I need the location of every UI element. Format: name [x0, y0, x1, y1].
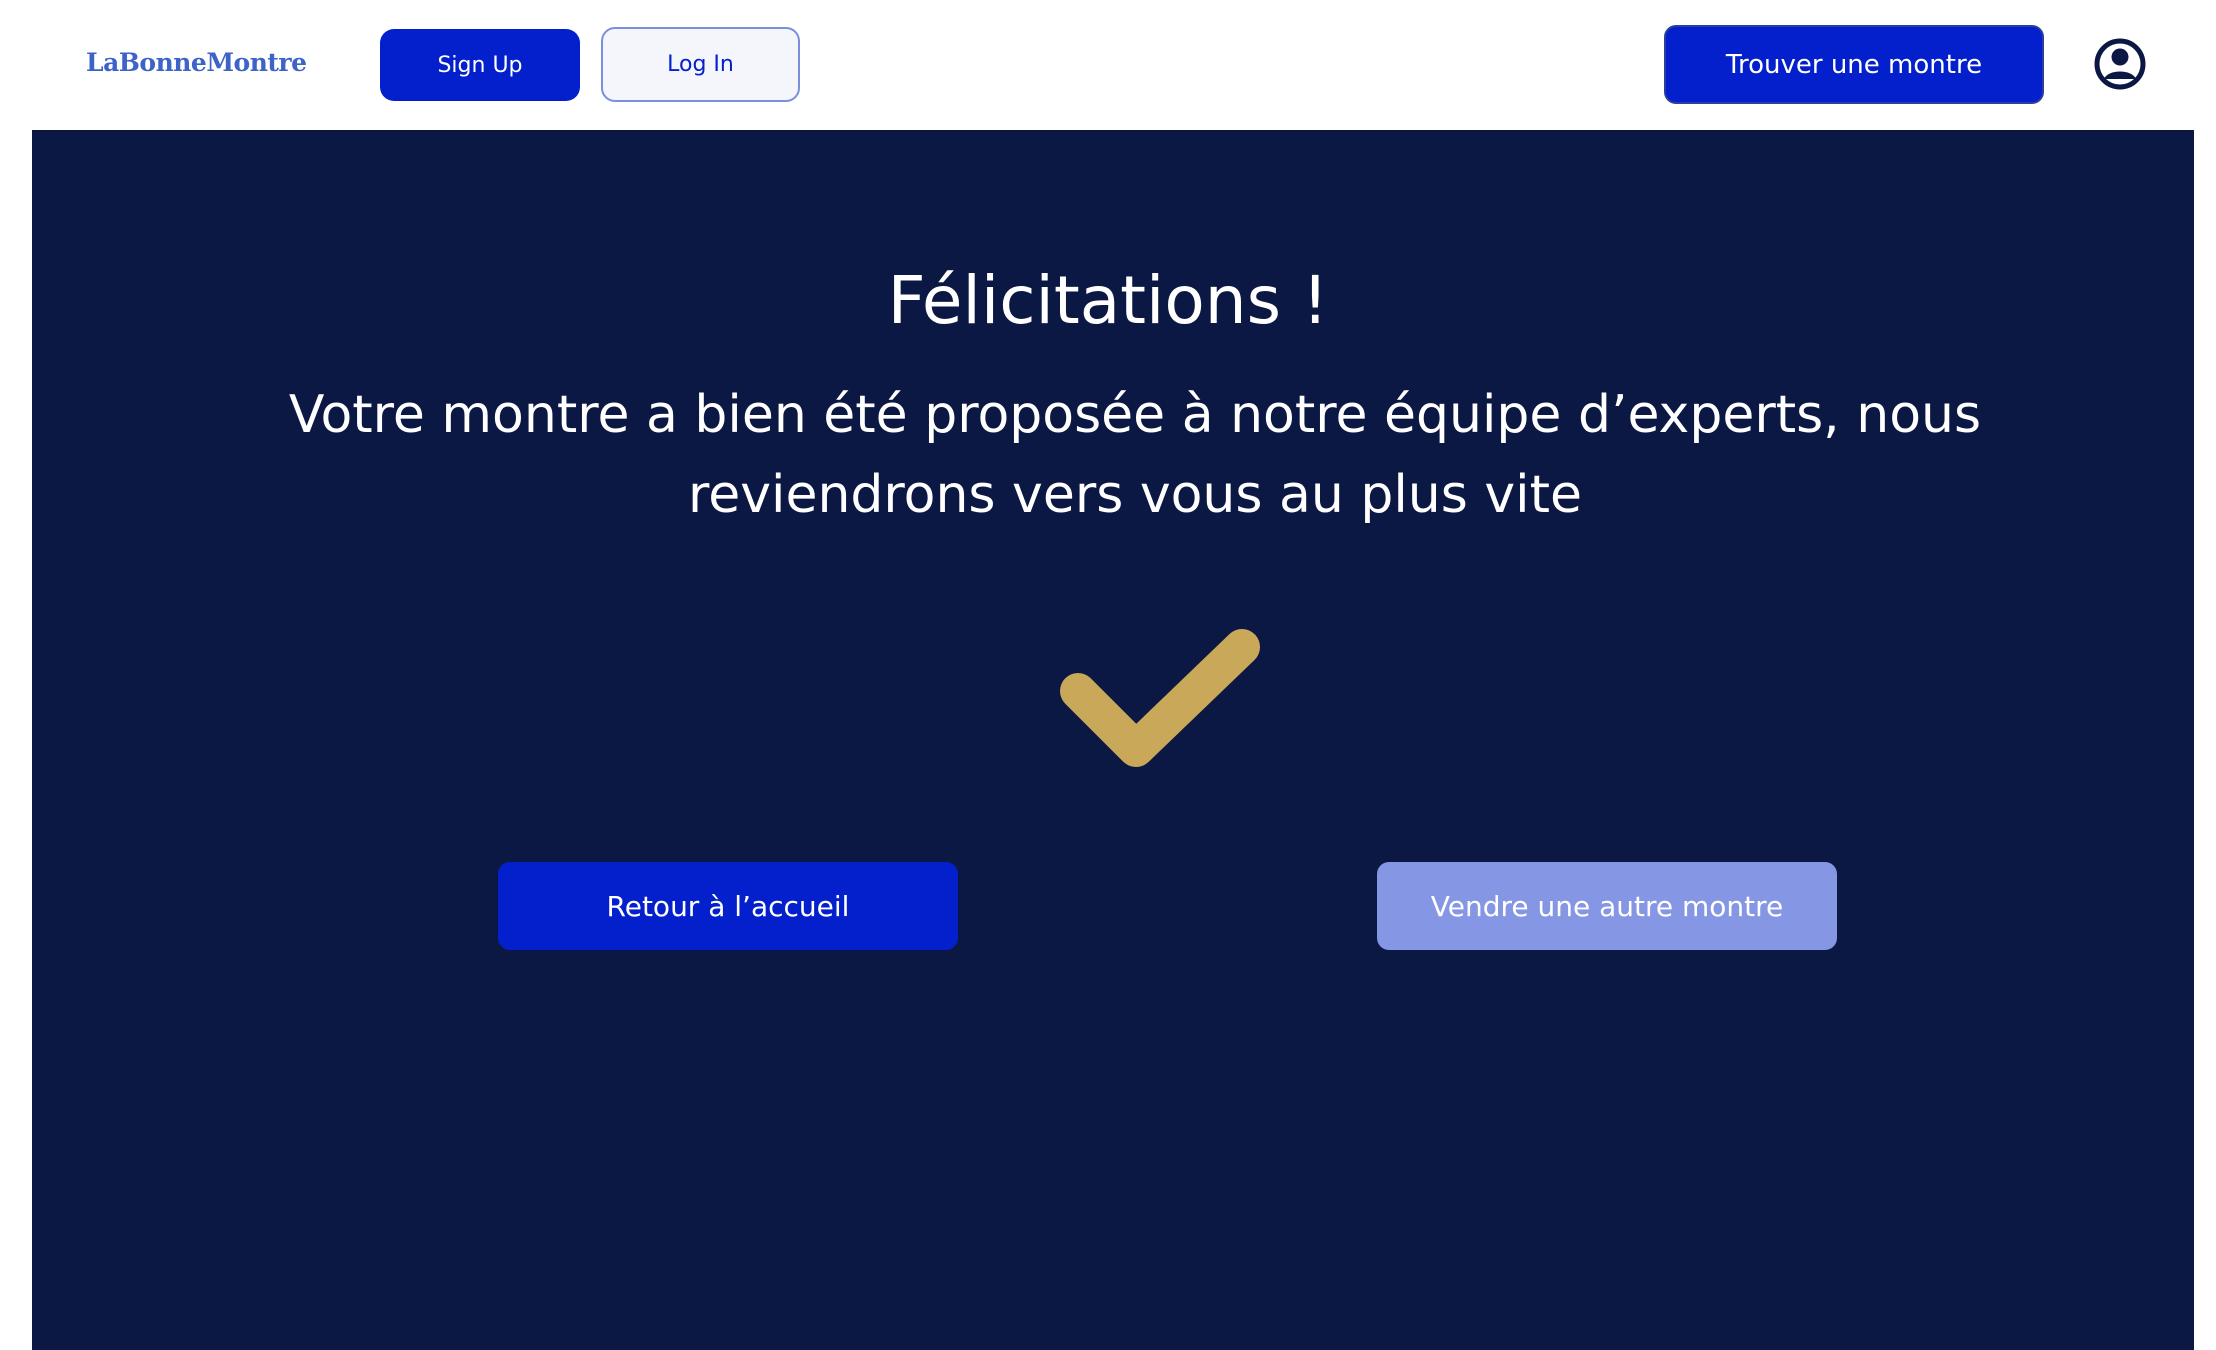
back-to-home-button[interactable]: Retour à l’accueil [498, 862, 958, 950]
page-title: Félicitations ! [887, 262, 1329, 339]
user-circle-icon[interactable] [2094, 38, 2146, 90]
site-logo[interactable]: LaBonneMontre [86, 48, 307, 77]
checkmark-icon [1060, 625, 1260, 775]
log-in-button[interactable]: Log In [601, 27, 800, 102]
sign-up-button[interactable]: Sign Up [380, 29, 580, 101]
confirmation-message: Votre montre a bien été proposée à notre… [288, 385, 1982, 525]
top-navigation-bar: LaBonneMontre Sign Up Log In Trouver une… [0, 0, 2216, 130]
find-watch-button[interactable]: Trouver une montre [1664, 25, 2044, 104]
sell-another-watch-button[interactable]: Vendre une autre montre [1377, 862, 1837, 950]
